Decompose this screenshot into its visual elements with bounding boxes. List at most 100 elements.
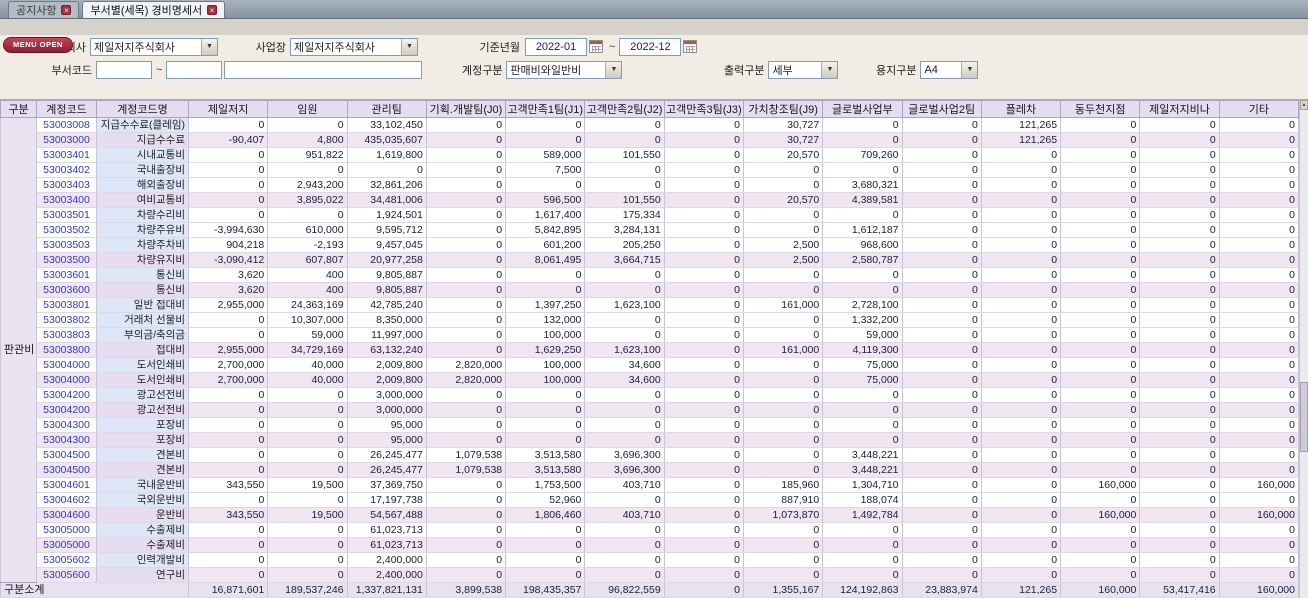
value-cell[interactable]: 0 [742, 432, 824, 448]
value-cell[interactable]: 0 [1218, 327, 1300, 343]
value-cell[interactable]: 0 [663, 507, 744, 523]
value-cell[interactable]: -90,407 [187, 132, 269, 148]
value-cell[interactable]: 3,448,221 [822, 447, 903, 463]
value-cell[interactable]: 0 [187, 417, 269, 433]
value-cell[interactable]: 3,000,000 [346, 402, 427, 418]
value-cell[interactable]: 0 [663, 162, 744, 178]
account-code-cell[interactable]: 53003403 [36, 177, 97, 193]
value-cell[interactable]: 2,500 [742, 252, 824, 268]
value-cell[interactable]: 0 [1218, 447, 1300, 463]
value-cell[interactable]: 161,000 [742, 297, 824, 313]
value-cell[interactable]: 1,623,100 [584, 342, 665, 358]
value-cell[interactable]: 42,785,240 [346, 297, 427, 313]
table-row[interactable]: 53003601 통신비 3,620 400 9,805,887 0 0 0 0 0 0 0 0 0 0 0 [0, 267, 1300, 283]
account-code-cell[interactable]: 53004601 [36, 477, 97, 493]
value-cell[interactable]: 904,218 [187, 237, 269, 253]
value-cell[interactable]: 0 [187, 552, 269, 568]
value-cell[interactable]: 0 [980, 357, 1062, 373]
value-cell[interactable]: 0 [1060, 432, 1141, 448]
value-cell[interactable]: 189,537,246 [267, 582, 348, 598]
value-cell[interactable]: 3,696,300 [584, 447, 665, 463]
account-code-cell[interactable]: 53003802 [36, 312, 97, 328]
value-cell[interactable]: 0 [980, 327, 1062, 343]
value-cell[interactable]: 0 [1060, 417, 1141, 433]
value-cell[interactable]: 343,550 [187, 507, 269, 523]
value-cell[interactable]: 0 [425, 147, 507, 163]
account-name-cell[interactable]: 수출제비 [96, 522, 189, 538]
account-code-cell[interactable]: 53003500 [36, 252, 97, 268]
value-cell[interactable]: 1,332,200 [822, 312, 903, 328]
value-cell[interactable]: 3,895,022 [267, 192, 348, 208]
value-cell[interactable]: 0 [584, 387, 665, 403]
value-cell[interactable]: 0 [425, 222, 507, 238]
value-cell[interactable]: 0 [584, 552, 665, 568]
value-cell[interactable]: 0 [1139, 117, 1220, 133]
value-cell[interactable]: 0 [425, 552, 507, 568]
value-cell[interactable]: 1,397,250 [505, 297, 586, 313]
value-cell[interactable]: 2,955,000 [187, 297, 269, 313]
value-cell[interactable]: 0 [901, 567, 982, 583]
value-cell[interactable]: 0 [980, 402, 1062, 418]
value-cell[interactable]: 0 [1218, 567, 1300, 583]
value-cell[interactable]: 0 [1060, 462, 1141, 478]
value-cell[interactable]: 0 [187, 147, 269, 163]
value-cell[interactable]: 0 [1060, 402, 1141, 418]
value-cell[interactable]: 16,871,601 [187, 582, 269, 598]
value-cell[interactable]: 2,400,000 [346, 567, 427, 583]
table-row[interactable]: 53003502 차량주유비 -3,994,630 610,000 9,595,712 0… [0, 222, 1300, 238]
value-cell[interactable]: 0 [267, 567, 348, 583]
value-cell[interactable]: 0 [187, 522, 269, 538]
paper-class-select[interactable]: A4 ▼ [920, 60, 979, 79]
value-cell[interactable]: 11,997,000 [346, 327, 427, 343]
account-code-cell[interactable]: 53003008 [36, 117, 97, 133]
value-cell[interactable]: 0 [505, 417, 586, 433]
value-cell[interactable]: 1,304,710 [822, 477, 903, 493]
account-code-cell[interactable]: 53004300 [36, 432, 97, 448]
value-cell[interactable]: 0 [742, 537, 824, 553]
value-cell[interactable]: 0 [663, 462, 744, 478]
value-cell[interactable]: 0 [901, 327, 982, 343]
value-cell[interactable]: 0 [1139, 207, 1220, 223]
value-cell[interactable]: 0 [187, 162, 269, 178]
value-cell[interactable]: 0 [584, 267, 665, 283]
value-cell[interactable]: 95,000 [346, 432, 427, 448]
value-cell[interactable]: 0 [663, 417, 744, 433]
value-cell[interactable]: 0 [980, 537, 1062, 553]
value-cell[interactable]: 0 [1060, 327, 1141, 343]
value-cell[interactable]: 0 [584, 522, 665, 538]
value-cell[interactable]: 0 [505, 267, 586, 283]
value-cell[interactable]: 0 [425, 267, 507, 283]
value-cell[interactable]: 20,570 [742, 147, 824, 163]
period-from-input[interactable] [525, 37, 587, 56]
value-cell[interactable]: 0 [980, 222, 1062, 238]
value-cell[interactable]: 0 [980, 372, 1062, 388]
value-cell[interactable]: 0 [663, 582, 744, 598]
account-name-cell[interactable]: 차량주차비 [96, 237, 189, 253]
table-row[interactable]: 53005000 수출제비 0 0 61,023,713 0 0 0 0 0 0 0 0 0 0 0 [0, 537, 1300, 553]
value-cell[interactable]: 2,009,800 [346, 357, 427, 373]
value-cell[interactable]: 0 [1218, 132, 1300, 148]
value-cell[interactable]: 0 [425, 342, 507, 358]
value-cell[interactable]: 121,265 [980, 132, 1062, 148]
value-cell[interactable]: 0 [1218, 522, 1300, 538]
value-cell[interactable]: 0 [1218, 387, 1300, 403]
account-code-cell[interactable]: 53003400 [36, 192, 97, 208]
value-cell[interactable]: 0 [663, 387, 744, 403]
table-row[interactable]: 53004600 운반비 343,550 19,500 54,567,488 0 1,806… [0, 507, 1300, 523]
value-cell[interactable]: 0 [187, 177, 269, 193]
value-cell[interactable]: 0 [584, 282, 665, 298]
value-cell[interactable]: 0 [584, 432, 665, 448]
value-cell[interactable]: 63,132,240 [346, 342, 427, 358]
value-cell[interactable]: 0 [584, 312, 665, 328]
table-row[interactable]: 53003500 차량유지비 -3,090,412 607,807 20,977,258… [0, 252, 1300, 268]
value-cell[interactable]: 26,245,477 [346, 447, 427, 463]
value-cell[interactable]: 0 [742, 162, 824, 178]
value-cell[interactable]: 0 [187, 432, 269, 448]
value-cell[interactable]: 0 [1060, 537, 1141, 553]
value-cell[interactable]: 0 [742, 312, 824, 328]
value-cell[interactable]: 3,000,000 [346, 387, 427, 403]
value-cell[interactable]: 0 [425, 162, 507, 178]
value-cell[interactable]: 0 [425, 402, 507, 418]
value-cell[interactable]: 1,337,821,131 [346, 582, 427, 598]
account-name-cell[interactable]: 통신비 [96, 267, 189, 283]
